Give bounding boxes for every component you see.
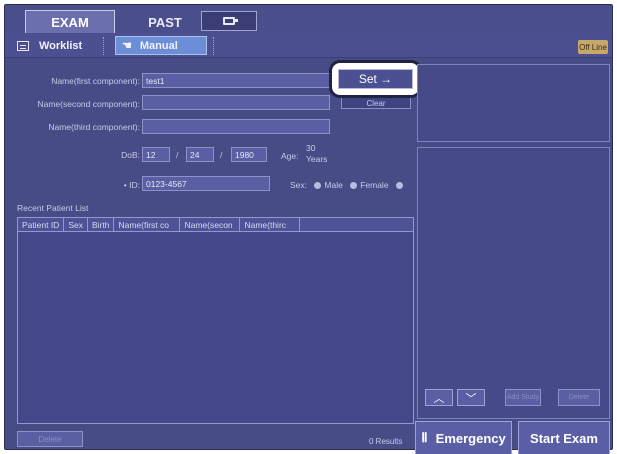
- column-header[interactable]: Patient ID: [18, 218, 65, 231]
- name-second-label: Name(second component):: [37, 99, 140, 109]
- delete-study-button[interactable]: Delete: [558, 389, 600, 406]
- column-header[interactable]: Name(secon: [180, 218, 241, 231]
- age-unit: Years: [306, 154, 328, 164]
- dob-day-input[interactable]: 24: [186, 147, 214, 162]
- name-third-input[interactable]: [142, 119, 330, 134]
- main-window: EXAM PAST Worklist ☚ Manual Off Line Nam…: [4, 4, 613, 454]
- column-header[interactable]: Sex: [64, 218, 88, 231]
- hand-icon: ☚: [122, 40, 132, 52]
- set-button-highlight: Set →: [329, 60, 422, 98]
- study-panel: [417, 147, 610, 419]
- name-second-input[interactable]: [142, 95, 330, 110]
- top-tab-bar: EXAM PAST: [5, 5, 612, 34]
- age-label: Age:: [281, 151, 299, 161]
- start-exam-button[interactable]: Start Exam: [518, 421, 610, 454]
- clear-button[interactable]: Clear: [341, 97, 411, 109]
- name-third-label: Name(third component):: [48, 122, 140, 132]
- list-icon: [17, 40, 29, 51]
- name-first-label: Name(first component):: [51, 76, 140, 86]
- results-count: 0 Results: [369, 437, 403, 446]
- age-value: 30: [306, 143, 316, 153]
- monitor-icon: [223, 17, 238, 25]
- tab-exam[interactable]: EXAM: [25, 10, 115, 34]
- add-study-button[interactable]: Add Study: [505, 389, 541, 406]
- subtab-worklist[interactable]: Worklist: [17, 36, 82, 55]
- column-header[interactable]: Name(first co: [114, 218, 181, 231]
- up-button[interactable]: ︿: [425, 389, 453, 406]
- sub-tab-bar: Worklist ☚ Manual Off Line: [5, 33, 612, 58]
- subtab-worklist-label: Worklist: [39, 39, 83, 52]
- divider: [213, 37, 214, 55]
- subtab-manual-label: Manual: [139, 39, 178, 52]
- dob-label: DoB:: [121, 150, 140, 160]
- sex-female-label: Female: [360, 180, 389, 190]
- info-panel: [417, 64, 610, 142]
- name-first-input[interactable]: test1: [142, 73, 330, 88]
- tab-past[interactable]: PAST: [130, 10, 200, 34]
- tab-monitor[interactable]: [201, 11, 257, 31]
- emergency-button[interactable]: Ⅱ Emergency: [415, 421, 512, 454]
- dob-month-input[interactable]: 12: [142, 147, 170, 162]
- table-header: Patient ID Sex Birth Name(first co Name(…: [18, 218, 413, 232]
- up-arrow-icon: ︿: [433, 392, 445, 405]
- recent-patient-list-title: Recent Patient List: [17, 203, 89, 213]
- down-button[interactable]: ﹀: [457, 389, 485, 406]
- column-header[interactable]: Name(thirc: [240, 218, 301, 231]
- sex-female-radio[interactable]: [350, 182, 358, 190]
- sex-male-radio[interactable]: [314, 182, 322, 190]
- id-input[interactable]: 0123-4567: [142, 176, 270, 191]
- dob-separator: /: [220, 150, 223, 160]
- delete-button[interactable]: Delete: [17, 431, 83, 447]
- offline-badge: Off Line: [578, 40, 608, 54]
- dob-separator: /: [176, 150, 179, 160]
- sex-label: Sex:: [290, 180, 308, 190]
- patient-table: Patient ID Sex Birth Name(first co Name(…: [17, 217, 414, 424]
- subtab-manual[interactable]: ☚ Manual: [115, 36, 207, 55]
- emergency-label: Emergency: [435, 430, 506, 446]
- sex-other-radio[interactable]: [395, 182, 403, 190]
- divider: [103, 37, 104, 55]
- sex-selector: Sex: Male Female: [290, 180, 406, 190]
- set-button[interactable]: Set →: [338, 69, 413, 89]
- column-header[interactable]: Birth: [88, 218, 115, 231]
- emergency-icon: Ⅱ: [421, 430, 428, 445]
- down-arrow-icon: ﹀: [465, 392, 477, 405]
- id-label: • ID:: [123, 180, 140, 190]
- sex-male-label: Male: [324, 180, 343, 190]
- dob-year-input[interactable]: 1980: [231, 147, 267, 162]
